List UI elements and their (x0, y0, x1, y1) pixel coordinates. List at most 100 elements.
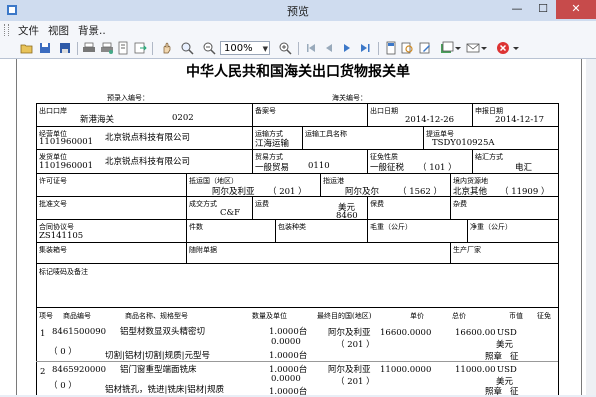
print-icon[interactable] (82, 41, 96, 55)
save-icon[interactable] (38, 41, 52, 55)
prerecord-number-label: 预录入编号： (107, 94, 149, 102)
goods-country: 阿尔及利亚 (328, 328, 371, 338)
prev-page-icon[interactable] (322, 41, 336, 55)
trade-mode-code: 0110 (308, 161, 330, 171)
page-setup-icon[interactable] (116, 41, 130, 55)
goods-currency: USD (497, 328, 517, 338)
toolbar: 100% ▼ (0, 39, 596, 59)
license-number-label: 许可证号 (39, 177, 67, 185)
goods-country: 阿尔及利亚 (328, 365, 371, 375)
goods-currency-name: 美元 (496, 340, 514, 350)
levy-nature-value: 一般征税 (370, 163, 405, 173)
export-date-value: 2014-12-26 (405, 115, 455, 125)
goods-item-no: 1 (40, 329, 46, 339)
save-disk-icon[interactable] (58, 41, 72, 55)
email-icon[interactable] (466, 41, 480, 55)
deal-mode-label: 成交方式 (189, 200, 217, 208)
export-document-icon[interactable] (440, 41, 454, 55)
approval-number-label: 批准文号 (39, 200, 67, 208)
close-button[interactable]: ✕ (556, 0, 596, 19)
destination-port-code: （ 1562 ） (398, 187, 443, 197)
domestic-source-code: （ 11909 ） (500, 187, 550, 197)
goods-subcode: （ 0 ） (49, 347, 77, 357)
toolbar-separator (298, 42, 299, 55)
goods-spec: 切割|铝材|切割|规质|元型号 (105, 351, 210, 361)
goods-levy-tail: 征 (510, 387, 519, 397)
goods-header-code: 商品编号 (63, 312, 91, 320)
goods-qty-1: 1.0000台 (269, 327, 308, 337)
last-page-icon[interactable] (358, 41, 372, 55)
chevron-down-icon[interactable] (512, 41, 520, 55)
goods-item-no: 2 (40, 367, 46, 377)
zoom-value: 100% (224, 43, 253, 54)
zoom-in-icon[interactable] (278, 41, 292, 55)
export-port-code: 0202 (172, 113, 194, 123)
hand-icon[interactable] (160, 41, 174, 55)
goods-header-levy: 征免 (537, 312, 551, 320)
minimize-button[interactable]: — (504, 0, 530, 19)
first-page-icon[interactable] (304, 41, 318, 55)
single-page-icon[interactable] (384, 41, 398, 55)
manufacturer-label: 生产厂家 (453, 246, 481, 254)
goods-currency: USD (497, 365, 517, 375)
goods-header-name: 商品名称、规格型号 (125, 312, 188, 320)
trade-mode-value: 一般贸易 (255, 163, 290, 173)
shipper-name: 北京锐点科技有限公司 (105, 157, 191, 167)
export-icon[interactable] (133, 41, 147, 55)
edit-page-icon[interactable] (418, 41, 432, 55)
gross-weight-label: 毛重（公斤） (370, 223, 412, 231)
maximize-button[interactable]: ☐ (530, 0, 556, 19)
shipper-code: 1101960001 (39, 161, 94, 171)
title-bar: 预览 — ☐ ✕ (0, 0, 596, 22)
next-page-icon[interactable] (340, 41, 354, 55)
deal-mode-value: C&F (220, 208, 240, 218)
goods-subcode: （ 0 ） (49, 381, 77, 391)
business-unit-code: 1101960001 (39, 137, 94, 147)
goods-name: 铝型材数显双头精密切 (120, 327, 206, 337)
export-port-label: 出口口岸 (39, 107, 67, 115)
goods-total: 11000.00 (455, 365, 496, 375)
menu-file[interactable]: 文件 (14, 23, 43, 38)
goods-name: 铝门窗重型端面铣床 (120, 365, 197, 375)
domestic-source-value: 北京其他 (453, 187, 488, 197)
chevron-down-icon[interactable] (480, 41, 488, 55)
toolbar-separator (152, 42, 153, 55)
menu-bar: 文件 视图 背景.. (0, 21, 596, 40)
menu-background[interactable]: 背景.. (74, 23, 110, 38)
container-number-label: 集装箱号 (39, 246, 67, 254)
transport-mode-value: 江海运输 (255, 139, 290, 149)
destination-country-value: 阿尔及利亚 (212, 187, 255, 197)
goods-header-quantity: 数量及单位 (252, 312, 287, 320)
goods-unit-price: 11000.0000 (380, 365, 432, 375)
goods-header-currency: 币值 (509, 312, 523, 320)
goods-code: 8465920000 (52, 365, 107, 375)
goods-total: 16600.00 (455, 328, 496, 338)
chevron-down-icon[interactable] (454, 41, 462, 55)
destination-country-code: （ 201 ） (268, 187, 307, 197)
toolbar-separator (77, 42, 78, 55)
net-weight-label: 净重（公斤） (470, 223, 512, 231)
export-port-value: 新港海关 (80, 115, 115, 125)
close-preview-icon[interactable] (496, 41, 510, 55)
filing-number-label: 备案号 (255, 107, 276, 115)
menu-view[interactable]: 视图 (44, 23, 73, 38)
settlement-value: 电汇 (515, 163, 533, 173)
zoom-select[interactable]: 100% ▼ (220, 41, 270, 55)
export-date-label: 出口日期 (370, 107, 398, 115)
attached-docs-label: 随附单据 (189, 246, 217, 254)
bill-number-value: TSDY010925A (432, 138, 495, 148)
business-unit-name: 北京锐点科技有限公司 (105, 133, 191, 143)
goods-header-total: 总价 (452, 312, 466, 320)
zoom-select-icon[interactable] (180, 41, 194, 55)
vertical-scrollbar[interactable] (586, 59, 596, 395)
goods-levy: 照章 (485, 387, 503, 397)
open-icon[interactable] (20, 41, 34, 55)
pieces-label: 件数 (189, 223, 203, 231)
zoom-out-icon[interactable] (202, 41, 216, 55)
misc-fee-label: 杂费 (453, 200, 467, 208)
goods-header-item-no: 项号 (39, 312, 53, 320)
destination-port-label: 指运港 (323, 177, 344, 185)
find-icon[interactable] (400, 41, 414, 55)
print-setup-icon[interactable] (100, 41, 114, 55)
destination-port-value: 阿尔及尔 (345, 187, 380, 197)
